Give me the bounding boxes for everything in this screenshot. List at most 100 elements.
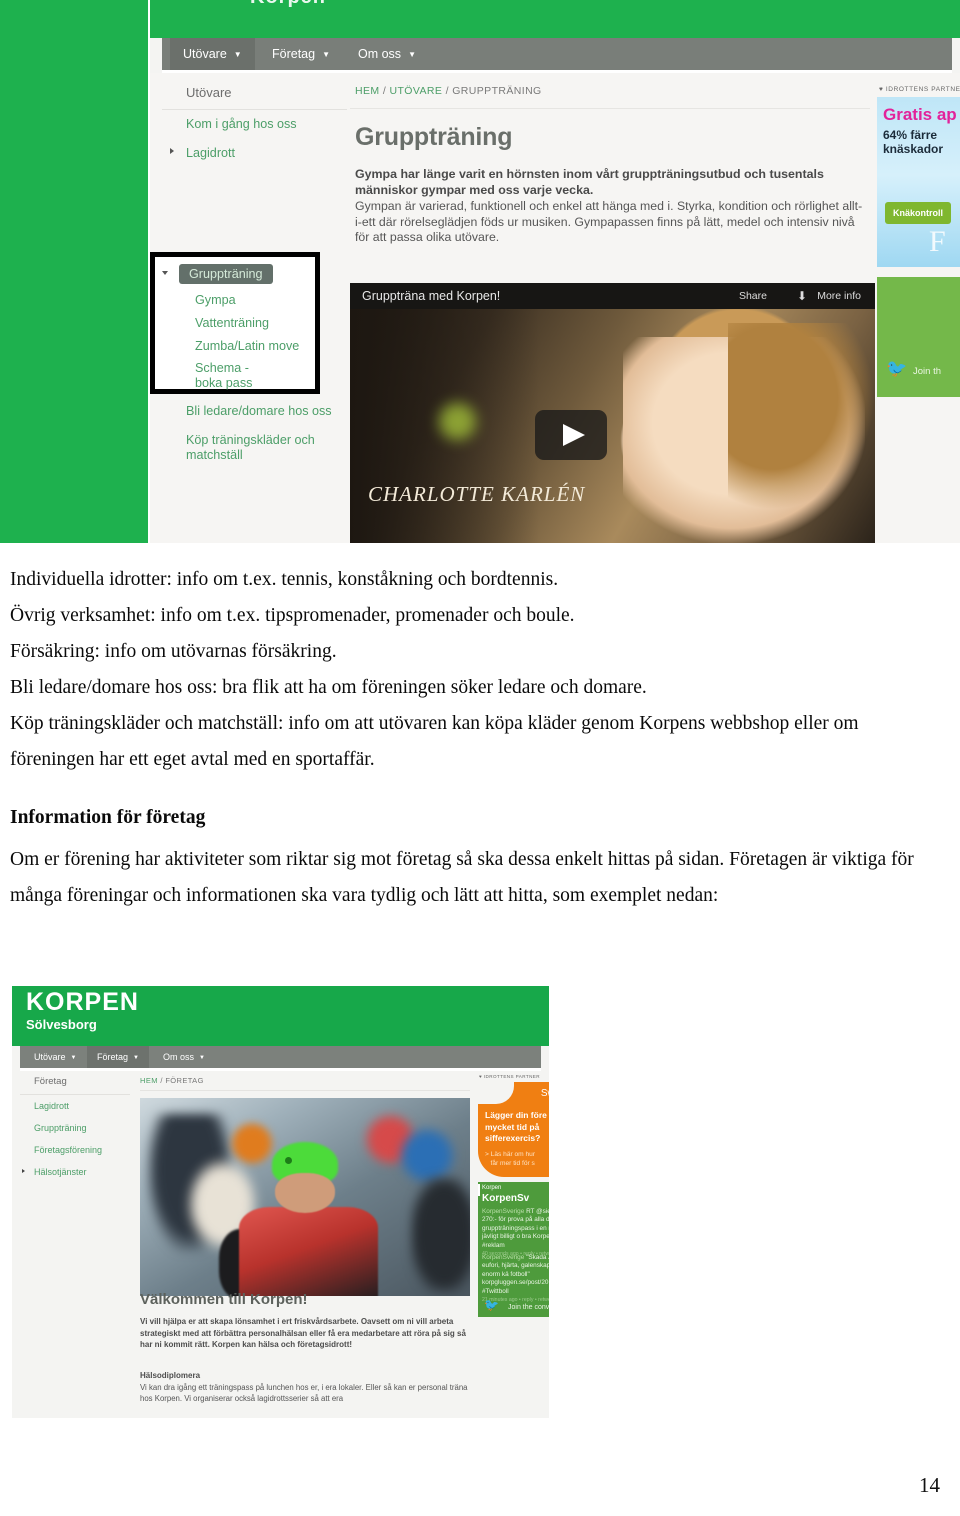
- sidebar-item-label: Kom i gång hos oss: [186, 117, 297, 131]
- download-arrow-icon: ⬇: [796, 289, 807, 303]
- video-caption-name: CHARLOTTE KARLÉN: [368, 482, 586, 506]
- main-column-top: HEM / UTÖVARE / GRUPPTRÄNING Grupptränin…: [350, 73, 870, 246]
- breadcrumb-current: FÖRETAG: [165, 1076, 204, 1085]
- chevron-down-icon: [162, 271, 168, 275]
- sidebar-item-kom-i-gang[interactable]: Kom i gång hos oss: [162, 110, 347, 139]
- left-green-block: [0, 0, 148, 543]
- twitter-account-small: Korpen: [482, 1185, 502, 1191]
- welcome-body: Vi vill hjälpa er att skapa lönsamhet i …: [140, 1317, 466, 1349]
- twitter-widget-top[interactable]: 🐦 Join th: [877, 277, 960, 397]
- breadcrumb-home[interactable]: HEM: [355, 85, 380, 97]
- doc-paragraph-5: Köp träningskläder och matchställ: info …: [10, 713, 859, 770]
- hero-bg-blue-figure: [397, 1125, 457, 1186]
- tweet-item[interactable]: KorpenSverige "Skada Å ångest, eufori, h…: [482, 1254, 549, 1304]
- twitter-bird-icon: 🐦: [886, 359, 908, 378]
- sidebar-item-grupptraning-current[interactable]: Gruppträning: [179, 264, 273, 284]
- nav-item-om-oss[interactable]: Om oss ▼: [345, 38, 429, 70]
- tweet-item[interactable]: KorpenSverige RT @siekasanna: 270:- för …: [482, 1208, 549, 1258]
- twitter-join-label[interactable]: Join the conv: [508, 1304, 549, 1311]
- sidebar-item-lagidrott[interactable]: Lagidrott: [162, 139, 347, 168]
- nav-label: Företag: [97, 1052, 129, 1062]
- tweet-author[interactable]: KorpenSverige: [482, 1254, 524, 1261]
- sidebar-item-label: Hälsotjänster: [34, 1167, 87, 1177]
- play-button-icon[interactable]: [534, 410, 607, 461]
- doc-paragraph-6: Om er förening har aktiviteter som rikta…: [10, 849, 914, 906]
- sidebar-item-kop-traningsklader[interactable]: Köp träningskläder och matchställ: [162, 426, 347, 470]
- nav-label: Företag: [272, 47, 316, 61]
- sidebar-item-lagidrott[interactable]: Lagidrott: [20, 1095, 130, 1117]
- sidebar-item-bli-ledare-domare[interactable]: Bli ledare/domare hos oss: [162, 397, 347, 426]
- sidebar-title: Utövare: [162, 81, 347, 110]
- sidebar-item-label: Lagidrott: [34, 1101, 70, 1111]
- breadcrumb-sep: /: [442, 85, 453, 97]
- sidebar-item-zumba-latin-move[interactable]: Zumba/Latin move: [195, 339, 299, 354]
- chevron-down-icon: ▼: [322, 49, 331, 59]
- ad-corner-cut: [478, 1082, 514, 1104]
- nav-label: Om oss: [358, 47, 402, 61]
- breadcrumb: HEM / UTÖVARE / GRUPPTRÄNING: [350, 73, 870, 109]
- main-navbar-top: Utövare ▼ Företag ▼ Om oss ▼: [162, 38, 952, 73]
- partner-label: ♥ IDROTTENS PARTNER: [877, 73, 960, 97]
- korpen-logo-partial: Korpen: [250, 0, 326, 9]
- right-ad-rail-bottom: ♥ IDROTTENS PARTNER Swedba Lägger din fö…: [478, 1074, 549, 1317]
- sidebar-item-foretagsforening[interactable]: Företagsförening: [20, 1139, 130, 1161]
- screenshot-top: Korpen Utövare ▼ Företag ▼ Om oss ▼ Utövare…: [0, 0, 960, 543]
- page-title: Gruppträning: [355, 123, 513, 151]
- video-title: Gruppträna med Korpen!: [362, 289, 501, 303]
- sidebar-item-halsotjanster[interactable]: Hälsotjänster: [20, 1161, 130, 1183]
- highlight-contents: Gruppträning Gympa Vattenträning Zumba/L…: [155, 257, 315, 391]
- nav-item-foretag[interactable]: Företag ▼: [87, 1046, 149, 1068]
- main-navbar-bottom: Utövare ▼ Företag ▼ Om oss ▼: [20, 1046, 541, 1071]
- ad-knakontroll[interactable]: Gratis ap 64% färre knäskador Knäkontrol…: [877, 97, 960, 267]
- page-number: 14: [919, 1473, 940, 1497]
- ad-watermark: F: [929, 225, 946, 258]
- sidebar-item-label: Lagidrott: [186, 146, 236, 160]
- twitter-widget-bottom[interactable]: Korpen KorpenSv KorpenSverige RT @siekas…: [478, 1182, 549, 1317]
- lead-paragraph: Gympa har länge varit en hörnsten inom v…: [355, 167, 824, 197]
- sidebar-item-label: Företagsförening: [34, 1145, 103, 1155]
- korpen-city-label: Sölvesborg: [26, 1017, 97, 1032]
- sidebar-title: Företag: [20, 1074, 130, 1095]
- nav-item-foretag[interactable]: Företag ▼: [259, 38, 343, 70]
- ad-swedbank[interactable]: Swedba Lägger din före mycket tid på sif…: [478, 1082, 549, 1177]
- partner-label: ♥ IDROTTENS PARTNER: [478, 1074, 549, 1082]
- sidebar-item-grupptraning[interactable]: Gruppträning: [20, 1117, 130, 1139]
- twitter-join-label[interactable]: Join th: [913, 366, 941, 377]
- content-area-top: Utövare Kom i gång hos oss Lagidrott Ind…: [150, 73, 960, 543]
- heart-icon: ♥: [479, 1074, 483, 1079]
- tweet-author[interactable]: KorpenSverige: [482, 1208, 524, 1215]
- ad-link[interactable]: > Läs här om hur får mer tid för s: [485, 1150, 535, 1168]
- hero-bg-dark-figure: [410, 1177, 470, 1293]
- ad-cta-button[interactable]: Knäkontroll: [885, 202, 952, 224]
- breadcrumb-divider: [140, 1090, 470, 1091]
- breadcrumb-home[interactable]: HEM: [140, 1076, 158, 1085]
- sidebar-item-label: Köp träningskläder och matchställ: [186, 433, 315, 462]
- sidebar-item-schema-boka-pass[interactable]: Schema - boka pass: [195, 361, 277, 391]
- video-more-info-button[interactable]: More info: [817, 283, 861, 309]
- annotation-highlight-box: Gruppträning Gympa Vattenträning Zumba/L…: [150, 252, 320, 394]
- video-thumbnail: CHARLOTTE KARLÉN: [350, 309, 875, 543]
- breadcrumb-utovare[interactable]: UTÖVARE: [390, 85, 443, 97]
- document-body: Individuella idrotter: info om t.ex. ten…: [0, 562, 960, 914]
- nav-item-om-oss[interactable]: Om oss ▼: [153, 1046, 215, 1068]
- heart-icon: ♥: [879, 86, 884, 93]
- sidebar-item-label: Bli ledare/domare hos oss: [186, 404, 332, 418]
- body-paragraph: Gympan är varierad, funktionell och enke…: [355, 199, 863, 244]
- nav-label: Utövare: [34, 1052, 66, 1062]
- chevron-right-icon: [170, 148, 174, 154]
- video-share-button[interactable]: Share: [739, 283, 767, 309]
- breadcrumb-current: GRUPPTRÄNING: [452, 85, 542, 97]
- chevron-down-icon: ▼: [408, 49, 416, 59]
- sidebar-item-vattentraning[interactable]: Vattenträning: [195, 316, 269, 331]
- sidebar-item-gympa[interactable]: Gympa: [195, 293, 236, 308]
- doc-paragraph-4: Bli ledare/domare hos oss: bra flik att …: [10, 677, 647, 698]
- korpen-site-top: Korpen Utövare ▼ Företag ▼ Om oss ▼ Utövare…: [148, 0, 960, 543]
- korpen-logo: KORPEN: [26, 988, 139, 1016]
- video-player[interactable]: CHARLOTTE KARLÉN Gruppträna med Korpen! …: [350, 283, 875, 543]
- ad-headline: Lägger din före mycket tid på sifferexer…: [485, 1110, 547, 1143]
- partner-label-text: IDROTTENS PARTNER: [483, 1074, 540, 1079]
- video-subject-hair: [728, 323, 875, 511]
- nav-item-utovare[interactable]: Utövare ▼: [24, 1046, 86, 1068]
- screenshot-bottom: KORPEN Sölvesborg Utövare ▼ Företag ▼ Om o…: [12, 986, 549, 1418]
- nav-item-utovare[interactable]: Utövare ▼: [170, 38, 255, 70]
